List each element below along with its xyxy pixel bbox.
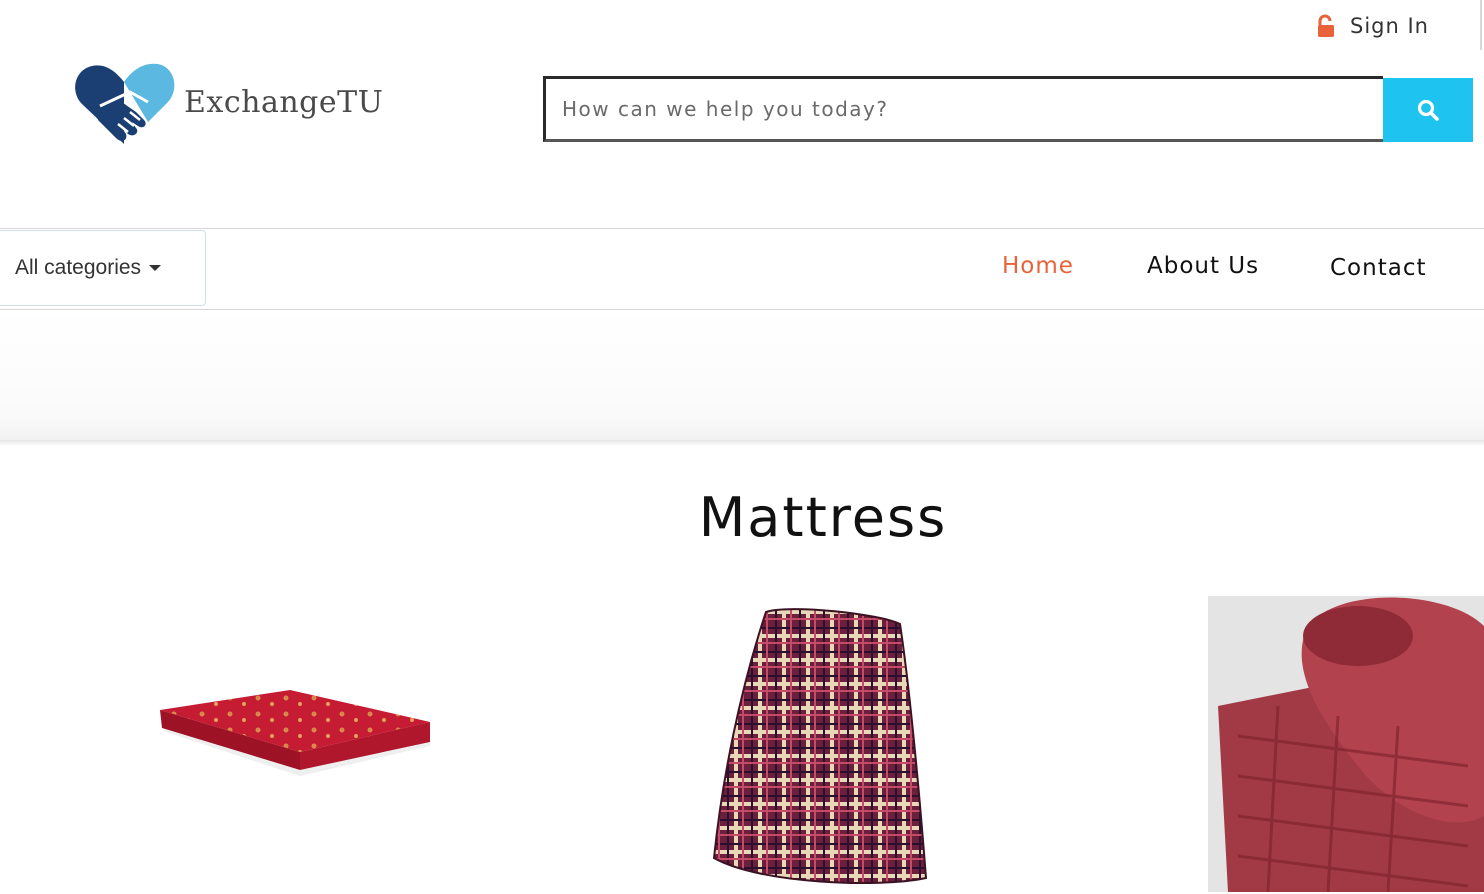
product-image (712, 608, 928, 885)
sign-in-link[interactable]: Sign In (1316, 14, 1429, 38)
caret-down-icon (149, 265, 162, 271)
nav-about-us[interactable]: About Us (1147, 253, 1259, 279)
product-red-mattress-flat[interactable] (140, 660, 440, 830)
nav-home[interactable]: Home (1002, 253, 1074, 279)
hero-band (0, 310, 1484, 444)
handshake-heart-icon (75, 63, 175, 144)
scroll-edge (1480, 0, 1482, 50)
main-navbar: All categories Home About Us Contact (0, 228, 1484, 310)
search-icon (1417, 99, 1439, 121)
search-bar (543, 76, 1473, 142)
sign-in-label: Sign In (1350, 14, 1429, 38)
product-plaid-mattress[interactable] (700, 600, 940, 890)
band-shadow (0, 440, 1484, 446)
product-rolled-red-mattress[interactable] (1208, 596, 1484, 892)
categories-dropdown[interactable]: All categories (0, 230, 206, 306)
product-image (160, 690, 430, 776)
site-logo[interactable]: ExchangeTU (70, 58, 383, 150)
categories-label: All categories (15, 256, 142, 279)
section-title: Mattress (698, 486, 948, 549)
lock-open-icon (1318, 14, 1334, 37)
product-image (1208, 596, 1484, 892)
logo-text: ExchangeTU (184, 84, 384, 120)
nav-contact[interactable]: Contact (1330, 255, 1426, 281)
search-input[interactable] (543, 76, 1383, 142)
search-button[interactable] (1383, 78, 1473, 142)
